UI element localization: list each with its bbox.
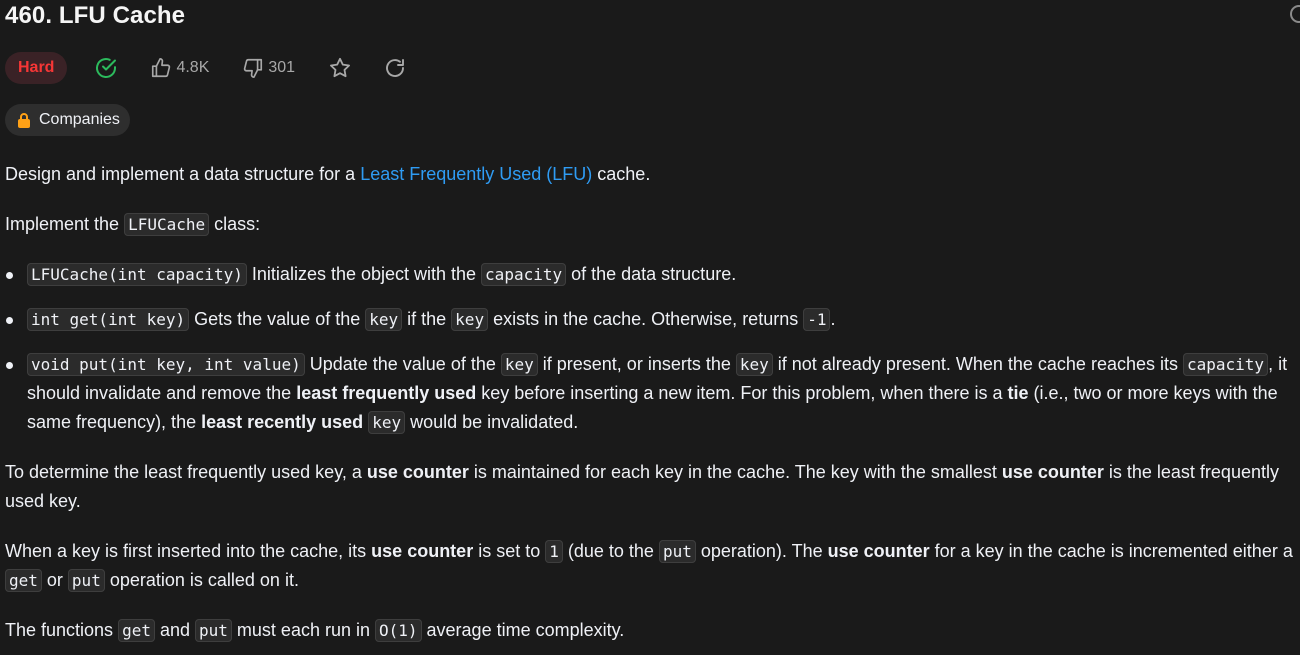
text: Initializes the object with the: [246, 264, 482, 284]
inline-code: O(1): [375, 619, 422, 642]
problem-title: 460. LFU Cache: [5, 2, 186, 29]
like-count: 4.8K: [176, 59, 210, 76]
bold-text: use counter: [366, 462, 469, 482]
complexity-paragraph: The functions get and put must each run …: [5, 616, 1295, 645]
inline-code: get: [118, 619, 155, 642]
text: must each run in: [231, 620, 375, 640]
text: if present, or inserts the: [537, 354, 736, 374]
inline-code: LFUCache: [124, 213, 210, 236]
inline-code: void put(int key, int value): [27, 353, 305, 376]
insert-paragraph: When a key is first inserted into the ca…: [5, 537, 1295, 595]
inline-code: -1: [803, 308, 831, 331]
inline-code: put: [195, 619, 232, 642]
text: cache.: [592, 164, 651, 184]
implement-paragraph: Implement the LFUCache class:: [5, 210, 1295, 239]
text: The functions: [5, 620, 119, 640]
text: operation is called on it.: [104, 570, 299, 590]
share-icon: [386, 59, 405, 77]
text: is set to: [473, 541, 546, 561]
list-item-put: void put(int key, int value) Update the …: [5, 350, 1295, 437]
difficulty-badge: Hard: [5, 52, 68, 84]
inline-code: int get(int key): [27, 308, 190, 331]
text: would be invalidated.: [405, 412, 579, 432]
bold-text: use counter: [827, 541, 930, 561]
text: if not already present. When the cache r…: [772, 354, 1183, 374]
text: Update the value of the: [304, 354, 501, 374]
lfu-link[interactable]: Least Frequently Used (LFU): [360, 164, 592, 184]
text: if the: [402, 309, 452, 329]
inline-code: key: [735, 353, 773, 376]
inline-code: capacity: [1183, 353, 1269, 376]
settings-icon[interactable]: [1290, 5, 1300, 23]
inline-code: put: [658, 540, 696, 563]
use-counter-paragraph: To determine the least frequently used k…: [5, 458, 1295, 516]
inline-code: key: [368, 411, 406, 434]
text: average time complexity.: [421, 620, 625, 640]
list-item-get: int get(int key) Gets the value of the k…: [5, 305, 1295, 334]
inline-code: key: [500, 353, 538, 376]
dislike-button[interactable]: 301: [242, 57, 295, 79]
inline-code: get: [5, 569, 42, 592]
favorite-button[interactable]: [328, 56, 352, 80]
text: class:: [209, 214, 261, 234]
text: or: [41, 570, 68, 590]
text: for a key in the cache is incremented ei…: [929, 541, 1293, 561]
check-circle-icon: [96, 58, 117, 78]
bold-text: tie: [1007, 383, 1029, 403]
inline-code: key: [365, 308, 403, 331]
star-icon: [330, 57, 351, 78]
inline-code: capacity: [481, 263, 567, 286]
text: To determine the least frequently used k…: [5, 462, 367, 482]
inline-code: LFUCache(int capacity): [27, 263, 247, 286]
dislike-count: 301: [268, 59, 296, 76]
companies-button[interactable]: Companies: [5, 104, 130, 136]
inline-code: 1: [545, 540, 563, 563]
list-item-constructor: LFUCache(int capacity) Initializes the o…: [5, 260, 1295, 289]
solved-status: [94, 56, 118, 80]
like-button[interactable]: 4.8K: [150, 57, 209, 79]
thumbs-down-icon: [244, 58, 263, 78]
bold-text: least recently used: [201, 412, 364, 432]
companies-label: Companies: [39, 111, 120, 128]
problem-description-panel: 460. LFU Cache Hard 4.8K 301 Companies D…: [0, 0, 1300, 655]
bold-text: use counter: [371, 541, 474, 561]
share-button[interactable]: [383, 56, 407, 80]
inline-code: put: [67, 569, 105, 592]
text: .: [830, 309, 836, 329]
text: of the data structure.: [566, 264, 737, 284]
intro-paragraph: Design and implement a data structure fo…: [5, 160, 1295, 189]
bold-text: use counter: [1001, 462, 1104, 482]
text: is maintained for each key in the cache.…: [468, 462, 1002, 482]
text: Implement the: [5, 214, 125, 234]
method-list: LFUCache(int capacity) Initializes the o…: [5, 260, 1295, 437]
thumbs-up-icon: [152, 58, 171, 78]
text: operation). The: [695, 541, 828, 561]
text: Design and implement a data structure fo…: [5, 164, 361, 184]
bold-text: least frequently used: [296, 383, 477, 403]
problem-content: Design and implement a data structure fo…: [5, 160, 1295, 655]
problem-meta-bar: Hard 4.8K 301: [5, 52, 407, 84]
inline-code: key: [451, 308, 489, 331]
text: and: [154, 620, 196, 640]
text: exists in the cache. Otherwise, returns: [488, 309, 804, 329]
lock-icon: [17, 112, 31, 128]
text: Gets the value of the: [189, 309, 366, 329]
text: key before inserting a new item. For thi…: [476, 383, 1008, 403]
text: (due to the: [562, 541, 659, 561]
text: When a key is first inserted into the ca…: [5, 541, 372, 561]
